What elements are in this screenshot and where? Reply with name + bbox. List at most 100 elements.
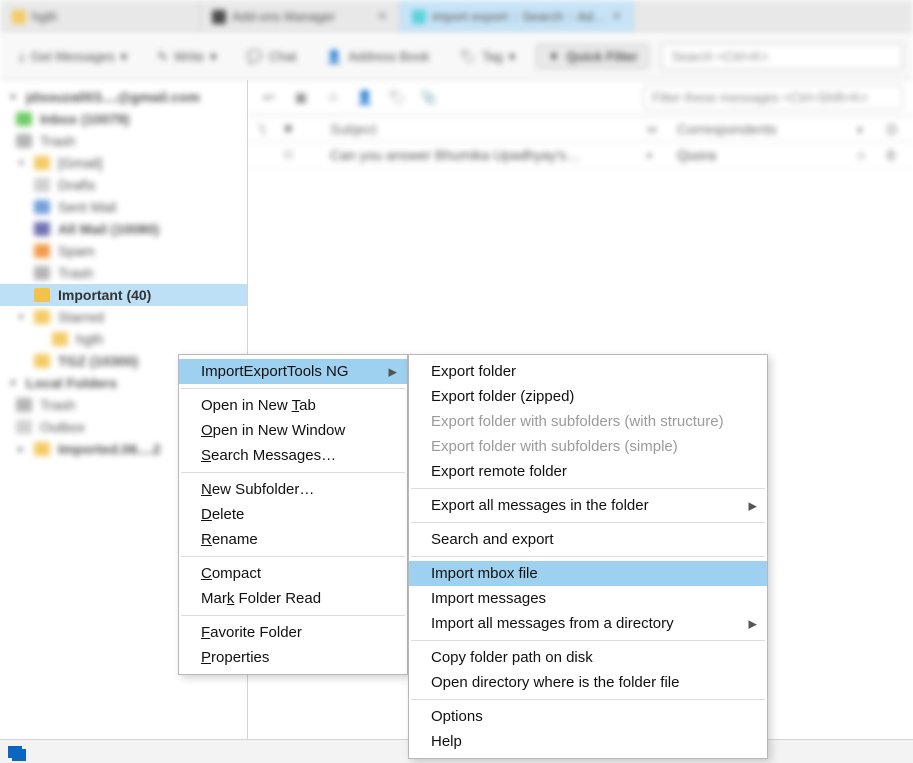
separator	[411, 640, 765, 641]
menu-new-subfolder[interactable]: New Subfolder…	[179, 477, 407, 502]
folder-icon	[34, 156, 50, 170]
account-row[interactable]: ▾jdsouza003....@gmail.com	[0, 86, 247, 108]
submenu-copy-folder-path[interactable]: Copy folder path on disk	[409, 645, 767, 670]
write-button[interactable]: ✎ Write ▾	[148, 44, 226, 70]
tag-icon[interactable]: 🏷	[386, 87, 408, 109]
get-messages-button[interactable]: ⤓ Get Messages ▾	[10, 44, 136, 70]
star-icon[interactable]: ☆	[322, 87, 344, 109]
menu-label: Options	[431, 708, 483, 725]
tag-button[interactable]: 🏷 Tag ▾	[450, 44, 524, 70]
address-book-button[interactable]: 👤 Address Book	[317, 44, 438, 70]
drafts-icon	[34, 178, 50, 192]
submenu-import-from-directory[interactable]: Import all messages from a directory ▶	[409, 611, 767, 636]
tab-search[interactable]: import export :: Search :: Ad… ×	[400, 0, 634, 33]
separator	[181, 388, 405, 389]
reply-icon[interactable]: ↩	[258, 87, 280, 109]
tab-mail[interactable]: hgth	[0, 0, 200, 33]
all-mail-icon	[34, 222, 50, 236]
menu-delete[interactable]: Delete	[179, 502, 407, 527]
close-icon[interactable]: ×	[612, 8, 621, 26]
menu-search-messages[interactable]: Search Messages…	[179, 443, 407, 468]
inbox-icon	[16, 112, 32, 126]
address-book-icon: 👤	[326, 49, 342, 65]
message-flag: 0	[887, 147, 903, 163]
submenu-help[interactable]: Help	[409, 729, 767, 754]
message-toolbar: ↩ ▣ ☆ 👤 🏷 📎	[248, 80, 913, 116]
submenu-open-directory[interactable]: Open directory where is the folder file	[409, 670, 767, 695]
chat-button[interactable]: 💬 Chat	[238, 44, 306, 70]
outbox-icon	[16, 420, 32, 434]
puzzle-icon	[212, 10, 226, 24]
menu-label: Export folder with subfolders (simple)	[431, 438, 678, 455]
menu-open-new-tab[interactable]: Open in New Tab	[179, 393, 407, 418]
global-search-input[interactable]	[661, 43, 903, 70]
chevron-down-icon: ▾	[210, 49, 217, 65]
message-row[interactable]: ☆ Can you answer Bhumika Upadhyay's… • Q…	[248, 142, 913, 168]
menu-label: Copy folder path on disk	[431, 649, 593, 666]
submenu-export-subfolders-structure: Export folder with subfolders (with stru…	[409, 409, 767, 434]
folder-gmail-trash[interactable]: Trash	[0, 262, 247, 284]
star-col-icon[interactable]: ★	[282, 120, 306, 137]
menu-favorite-folder[interactable]: Favorite Folder	[179, 620, 407, 645]
junk-icon: ○	[857, 147, 887, 163]
archive-icon[interactable]: ▣	[290, 87, 312, 109]
menu-label: Import mbox file	[431, 565, 538, 582]
folder-all-mail[interactable]: All Mail (10080)	[0, 218, 247, 240]
sent-icon	[34, 200, 50, 214]
funnel-icon: ▼	[547, 49, 560, 64]
chevron-down-icon: ▾	[121, 49, 128, 65]
tab-label: Add-ons Manager	[232, 9, 335, 24]
submenu-search-and-export[interactable]: Search and export	[409, 527, 767, 552]
folder-icon	[34, 354, 50, 368]
thread-col-icon[interactable]: ᛪ	[258, 121, 282, 137]
folder-starred[interactable]: ▾Starred	[0, 306, 247, 328]
menu-rename[interactable]: Rename	[179, 527, 407, 552]
download-icon: ⤓	[19, 49, 25, 65]
submenu-export-folder[interactable]: Export folder	[409, 359, 767, 384]
pencil-icon: ✎	[157, 49, 168, 65]
correspondents-col[interactable]: Correspondents	[677, 121, 857, 137]
menu-properties[interactable]: Properties	[179, 645, 407, 670]
button-label: Chat	[269, 49, 296, 64]
menu-label: Import all messages from a directory	[431, 615, 674, 632]
quick-filter-button[interactable]: ▼ Quick Filter	[536, 44, 648, 69]
menu-compact[interactable]: Compact	[179, 561, 407, 586]
junk-col-icon[interactable]: ◐	[857, 121, 887, 137]
folder-important[interactable]: Important (40)	[0, 284, 247, 306]
main-toolbar: ⤓ Get Messages ▾ ✎ Write ▾ 💬 Chat 👤 Addr…	[0, 34, 913, 80]
folder-drafts[interactable]: Drafts	[0, 174, 247, 196]
folder-spam[interactable]: Spam	[0, 240, 247, 262]
folder-gmail[interactable]: ▾[Gmail]	[0, 152, 247, 174]
tag-icon: 🏷	[459, 49, 476, 65]
menu-label: Open directory where is the folder file	[431, 674, 679, 691]
subject-col[interactable]: Subject	[330, 121, 647, 137]
contact-icon[interactable]: 👤	[354, 87, 376, 109]
folder-trash[interactable]: Trash	[0, 130, 247, 152]
date-col[interactable]: D	[887, 121, 903, 137]
submenu-export-remote[interactable]: Export remote folder	[409, 459, 767, 484]
tab-strip: hgth Add-ons Manager × import export :: …	[0, 0, 913, 34]
menu-mark-read[interactable]: Mark Folder Read	[179, 586, 407, 611]
spam-icon	[34, 244, 50, 258]
menu-label: Export folder with subfolders (with stru…	[431, 413, 724, 430]
read-col-icon[interactable]: ∞	[647, 121, 677, 137]
tab-addons[interactable]: Add-ons Manager ×	[200, 0, 400, 33]
submenu-export-all-messages[interactable]: Export all messages in the folder ▶	[409, 493, 767, 518]
submenu-options[interactable]: Options	[409, 704, 767, 729]
close-icon[interactable]: ×	[378, 8, 387, 26]
menu-label: Export all messages in the folder	[431, 497, 649, 514]
folder-inbox[interactable]: Inbox (10079)	[0, 108, 247, 130]
filter-messages-input[interactable]	[643, 85, 903, 110]
button-label: Quick Filter	[566, 49, 638, 64]
attachment-icon[interactable]: 📎	[418, 87, 440, 109]
folder-icon	[52, 332, 68, 346]
submenu-import-messages[interactable]: Import messages	[409, 586, 767, 611]
submenu-export-folder-zipped[interactable]: Export folder (zipped)	[409, 384, 767, 409]
folder-sent[interactable]: Sent Mail	[0, 196, 247, 218]
menu-open-new-window[interactable]: Open in New Window	[179, 418, 407, 443]
submenu-import-mbox[interactable]: Import mbox file	[409, 561, 767, 586]
menu-import-export-tools[interactable]: ImportExportTools NG ▶	[179, 359, 407, 384]
star-icon[interactable]: ☆	[282, 146, 306, 163]
separator	[181, 556, 405, 557]
folder-hgth[interactable]: hgth	[0, 328, 247, 350]
